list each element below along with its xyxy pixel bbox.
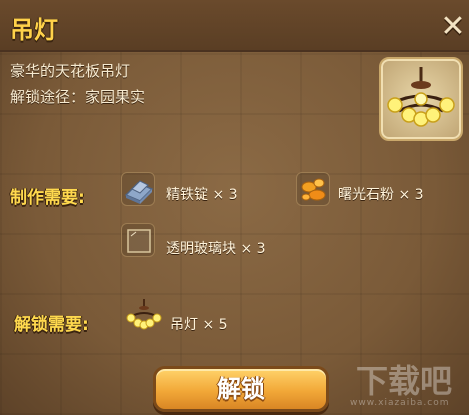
crafting-label: 制作需要: bbox=[10, 188, 85, 208]
close-icon[interactable]: ✕ bbox=[440, 12, 466, 42]
unlock-source: 解锁途径：家园果实 bbox=[10, 88, 146, 106]
watermark-url: www.xiazaiba.com bbox=[350, 398, 450, 408]
material-slot-iron-ingot[interactable] bbox=[121, 172, 155, 206]
item-description: 豪华的天花板吊灯 bbox=[10, 62, 131, 80]
item-preview bbox=[379, 57, 463, 141]
unlock-button-label: 解锁 bbox=[217, 375, 265, 403]
chandelier-icon bbox=[126, 299, 162, 330]
material-iron-ingot: 精铁锭 × 3 bbox=[166, 187, 238, 203]
item-panel: 吊灯 ✕ 豪华的天花板吊灯 解锁途径：家园果实 制作需要: 精铁锭 × 3 曙光… bbox=[0, 0, 469, 415]
iron-ingot-icon bbox=[124, 180, 154, 204]
dawn-stone-powder-icon bbox=[301, 178, 326, 201]
unlock-requirements-label: 解锁需要: bbox=[14, 315, 89, 335]
watermark-logo: 下载吧 bbox=[356, 362, 453, 400]
material-dawn-stone-powder: 曙光石粉 × 3 bbox=[338, 187, 424, 203]
unlock-item-slot-chandelier[interactable] bbox=[125, 297, 162, 331]
material-slot-transparent-glass-block[interactable] bbox=[121, 223, 155, 257]
material-slot-dawn-stone-powder[interactable] bbox=[296, 172, 330, 206]
title-bar: 吊灯 ✕ bbox=[0, 0, 469, 52]
transparent-glass-block-icon bbox=[127, 229, 151, 253]
material-transparent-glass-block: 透明玻璃块 × 3 bbox=[166, 241, 266, 257]
window-title: 吊灯 bbox=[10, 16, 58, 44]
unlock-item-chandelier: 吊灯 × 5 bbox=[170, 317, 228, 333]
unlock-button[interactable]: 解锁 bbox=[153, 366, 329, 412]
chandelier-icon bbox=[387, 67, 455, 127]
